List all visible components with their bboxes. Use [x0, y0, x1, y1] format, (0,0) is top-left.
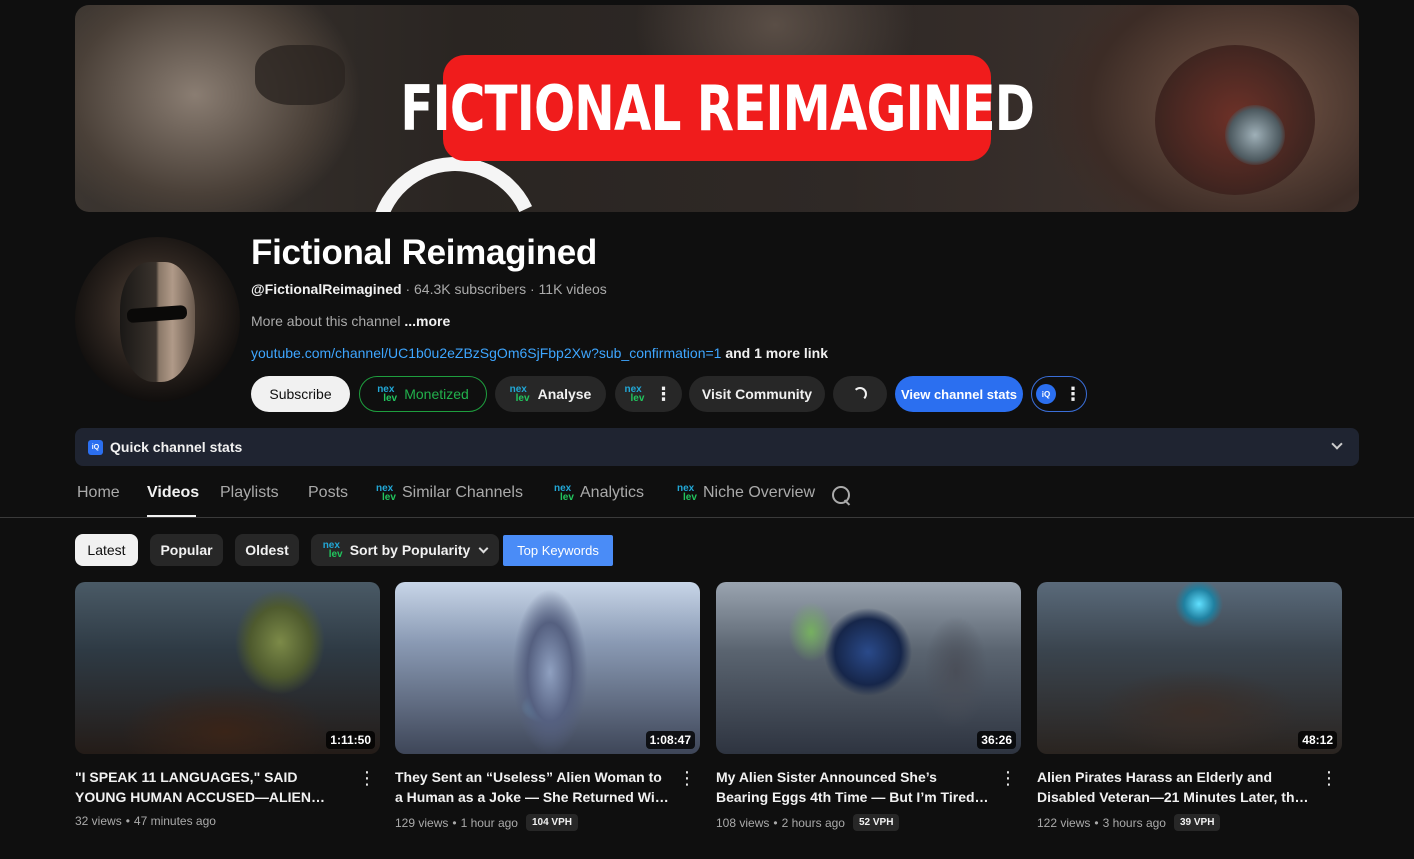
video-thumbnail[interactable]: 36:26	[716, 582, 1021, 754]
vph-badge: 39 VPH	[1173, 814, 1221, 831]
video-title[interactable]: "I SPEAK 11 LANGUAGES," SAID YOUNG HUMAN…	[75, 767, 380, 807]
video-card[interactable]: 36:26 My Alien Sister Announced She’s Be…	[716, 582, 1021, 831]
video-meta: 32 views • 47 minutes ago	[75, 814, 216, 828]
search-icon[interactable]	[831, 485, 851, 505]
video-title[interactable]: Alien Pirates Harass an Elderly and Disa…	[1037, 767, 1342, 807]
video-card[interactable]: 48:12 Alien Pirates Harass an Elderly an…	[1037, 582, 1342, 831]
channel-tabs: Home Videos Playlists Posts nex lev Simil…	[0, 474, 1414, 518]
banner-art	[255, 45, 345, 105]
video-meta: 108 views • 2 hours ago 52 VPH	[716, 814, 1021, 831]
more-vert-icon: ⋮	[654, 384, 673, 404]
nexlev-icon: nex lev	[509, 384, 530, 404]
more-vert-icon[interactable]: ⋮	[999, 769, 1017, 787]
banner-title: FICTIONAL REIMAGINED	[400, 55, 1035, 161]
analyse-button[interactable]: nex lev Analyse	[495, 376, 606, 412]
chevron-down-icon	[478, 543, 489, 553]
subscribe-button[interactable]: Subscribe	[251, 376, 350, 412]
nexlev-icon: nex lev	[376, 483, 396, 503]
channel-avatar[interactable]	[75, 237, 240, 402]
more-vert-icon[interactable]: ⋮	[678, 769, 696, 787]
iq-icon: iQ	[1036, 384, 1056, 404]
video-meta: 129 views • 1 hour ago 104 VPH	[395, 814, 700, 831]
video-meta: 122 views • 3 hours ago 39 VPH	[1037, 814, 1342, 831]
chevron-down-icon[interactable]	[1331, 438, 1343, 450]
top-keywords-button[interactable]: Top Keywords	[503, 535, 613, 566]
about-more-link[interactable]: ...more	[404, 313, 450, 329]
iq-icon: iQ	[88, 439, 103, 455]
tab-playlists[interactable]: Playlists	[220, 484, 279, 502]
more-vert-icon[interactable]: ⋮	[358, 769, 376, 787]
vph-badge: 104 VPH	[525, 814, 578, 831]
sort-by-popularity-dropdown[interactable]: nex lev Sort by Popularity	[311, 534, 499, 566]
channel-name: Fictional Reimagined	[251, 233, 597, 272]
banner-art	[1225, 105, 1285, 165]
nexlev-icon: nex lev	[322, 540, 343, 560]
loading-button[interactable]	[833, 376, 887, 412]
channel-link[interactable]: youtube.com/channel/UC1b0u2eZBzSgOm6SjFb…	[251, 345, 721, 361]
video-card[interactable]: 1:08:47 They Sent an “Useless” Alien Wom…	[395, 582, 700, 831]
monetized-button[interactable]: nex lev Monetized	[359, 376, 487, 412]
more-vert-icon: ⋮	[1064, 384, 1082, 404]
more-links[interactable]: and 1 more link	[725, 345, 828, 361]
filter-latest[interactable]: Latest	[75, 534, 138, 566]
nexlev-icon: nex lev	[677, 483, 697, 503]
video-title[interactable]: My Alien Sister Announced She’s Bearing …	[716, 767, 1021, 807]
channel-links: youtube.com/channel/UC1b0u2eZBzSgOm6SjFb…	[251, 345, 828, 361]
nexlev-icon: nex lev	[377, 384, 398, 404]
tab-videos[interactable]: Videos	[147, 484, 199, 502]
video-count: 11K videos	[538, 281, 607, 297]
video-duration: 48:12	[1298, 731, 1337, 749]
tab-posts[interactable]: Posts	[308, 484, 348, 502]
channel-handle: @FictionalReimagined	[251, 281, 402, 297]
active-tab-indicator	[147, 515, 196, 517]
filter-oldest[interactable]: Oldest	[235, 534, 299, 566]
tab-home[interactable]: Home	[77, 484, 120, 502]
tab-niche-overview[interactable]: nex lev Niche Overview	[677, 483, 815, 503]
view-channel-stats-button[interactable]: View channel stats	[895, 376, 1023, 412]
video-duration: 1:11:50	[326, 731, 375, 749]
nexlev-icon: nex lev	[624, 384, 645, 404]
filter-popular[interactable]: Popular	[150, 534, 223, 566]
more-vert-icon[interactable]: ⋮	[1320, 769, 1338, 787]
channel-banner: FICTIONAL REIMAGINED	[75, 5, 1359, 212]
quick-stats-label: Quick channel stats	[110, 439, 243, 455]
video-duration: 1:08:47	[645, 731, 695, 749]
visit-community-button[interactable]: Visit Community	[689, 376, 825, 412]
video-thumbnail[interactable]: 1:08:47	[395, 582, 700, 754]
iq-menu-button[interactable]: iQ ⋮	[1031, 376, 1087, 412]
video-title[interactable]: They Sent an “Useless” Alien Woman to a …	[395, 767, 700, 807]
channel-about[interactable]: More about this channel ...more	[251, 313, 450, 329]
nexlev-icon: nex lev	[554, 483, 574, 503]
tab-analytics[interactable]: nex lev Analytics	[554, 483, 644, 503]
quick-channel-stats[interactable]: iQ Quick channel stats	[75, 428, 1359, 466]
channel-meta: @FictionalReimagined · 64.3K subscribers…	[251, 281, 607, 297]
video-thumbnail[interactable]: 48:12	[1037, 582, 1342, 754]
tab-similar-channels[interactable]: nex lev Similar Channels	[376, 483, 523, 503]
vph-badge: 52 VPH	[852, 814, 900, 831]
video-thumbnail[interactable]: 1:11:50	[75, 582, 380, 754]
spinner-icon	[853, 387, 867, 401]
video-duration: 36:26	[977, 731, 1016, 749]
subscriber-count: 64.3K subscribers	[414, 281, 527, 297]
video-card[interactable]: 1:11:50 "I SPEAK 11 LANGUAGES," SAID YOU…	[75, 582, 380, 828]
nexlev-menu-button[interactable]: nex lev ⋮	[615, 376, 682, 412]
